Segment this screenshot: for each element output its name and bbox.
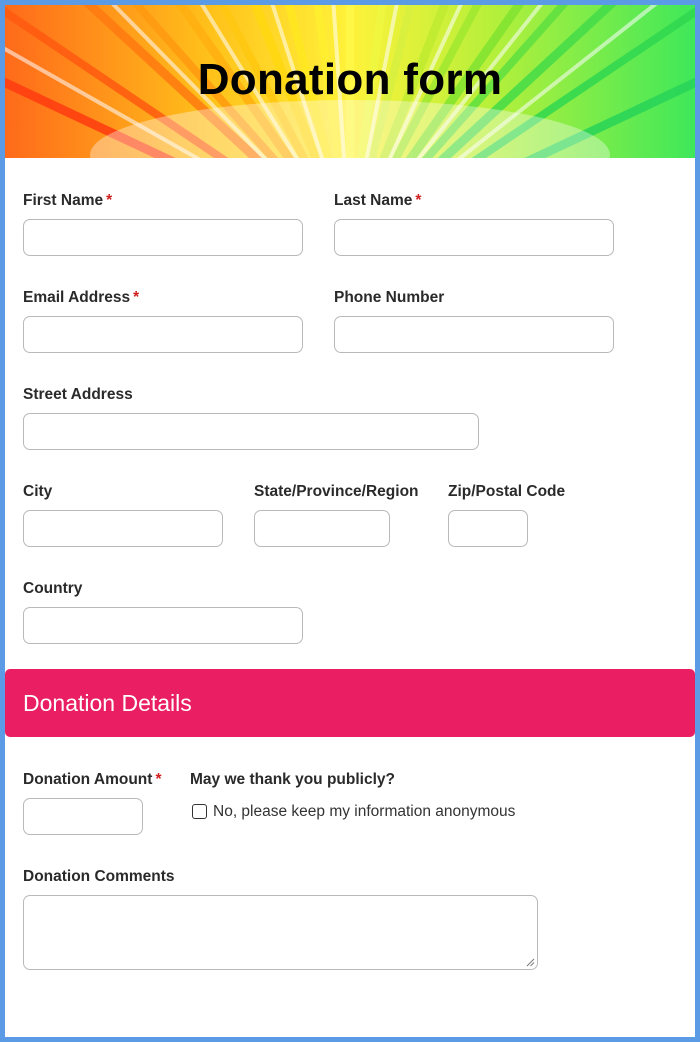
last-name-label-text: Last Name: [334, 192, 413, 209]
last-name-input[interactable]: [334, 219, 614, 256]
email-label-text: Email Address: [23, 289, 131, 306]
header-banner: Donation form: [5, 5, 695, 158]
donation-amount-label-text: Donation Amount: [23, 771, 153, 788]
resize-handle-icon[interactable]: [526, 958, 535, 967]
state-input[interactable]: [254, 510, 390, 547]
zip-input[interactable]: [448, 510, 528, 547]
required-marker: *: [155, 771, 162, 788]
page-title: Donation form: [197, 55, 503, 104]
thank-publicly-label: May we thank you publicly?: [190, 771, 395, 788]
city-label: City: [23, 483, 53, 500]
section-title: Donation Details: [23, 690, 192, 716]
first-name-label-text: First Name: [23, 192, 104, 209]
email-label: Email Address *: [23, 289, 139, 307]
donation-amount-label: Donation Amount *: [23, 771, 161, 789]
required-marker: *: [415, 192, 422, 209]
donation-comments-label: Donation Comments: [23, 868, 175, 885]
first-name-input[interactable]: [23, 219, 303, 256]
donation-comments-textarea[interactable]: [23, 895, 538, 970]
first-name-label: First Name *: [23, 192, 112, 210]
anonymous-option-label[interactable]: No, please keep my information anonymous: [213, 803, 515, 821]
country-label: Country: [23, 580, 83, 597]
phone-input[interactable]: [334, 316, 614, 353]
donation-amount-input[interactable]: [23, 798, 143, 835]
zip-label: Zip/Postal Code: [448, 483, 566, 500]
required-marker: *: [133, 289, 140, 306]
anonymous-checkbox[interactable]: [192, 804, 207, 819]
country-input[interactable]: [23, 607, 303, 644]
email-input[interactable]: [23, 316, 303, 353]
street-address-input[interactable]: [23, 413, 479, 450]
phone-label: Phone Number: [334, 289, 445, 306]
required-marker: *: [106, 192, 113, 209]
street-address-label: Street Address: [23, 386, 133, 403]
donation-details-header: Donation Details: [5, 669, 695, 737]
city-input[interactable]: [23, 510, 223, 547]
form-page: Donation form First Name * Last Name * Ema…: [5, 5, 695, 1037]
state-label: State/Province/Region: [254, 483, 419, 500]
last-name-label: Last Name *: [334, 192, 421, 210]
